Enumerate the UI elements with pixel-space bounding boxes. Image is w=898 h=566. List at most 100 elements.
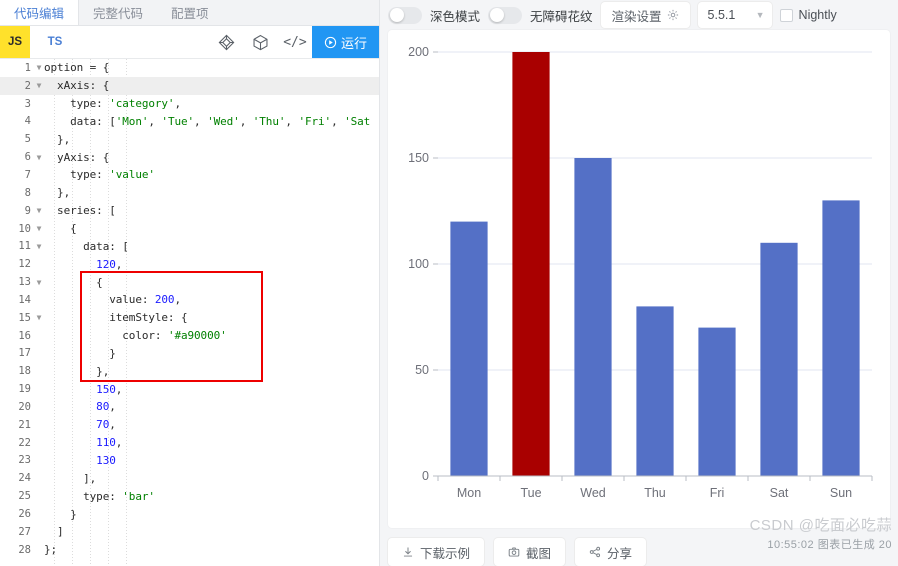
dark-mode-toggle[interactable]	[388, 6, 422, 24]
tab-code-edit[interactable]: 代码编辑	[0, 0, 80, 25]
x-tick-label: Sun	[830, 486, 852, 500]
code-text: {	[44, 222, 77, 236]
code-line[interactable]: 23 130	[0, 452, 379, 470]
code-editor-panel: 代码编辑 完整代码 配置项 JS TS </> 运行 1 ▼ option = …	[0, 0, 380, 566]
fold-caret-icon[interactable]: ▼	[34, 153, 44, 162]
render-settings-label: 渲染设置	[611, 9, 662, 24]
code-line[interactable]: 27 ]	[0, 523, 379, 541]
code-text: itemStyle: {	[44, 311, 188, 325]
code-line[interactable]: 15 ▼ itemStyle: {	[0, 309, 379, 327]
code-line[interactable]: 5 },	[0, 130, 379, 148]
code-line[interactable]: 8 },	[0, 184, 379, 202]
nightly-checkbox-wrap[interactable]: Nightly	[779, 8, 837, 22]
tab-full-code[interactable]: 完整代码	[79, 0, 157, 25]
code-line[interactable]: 1 ▼ option = {	[0, 59, 379, 77]
line-number: 24	[0, 472, 34, 485]
line-number: 21	[0, 418, 34, 431]
preview-footer: 下载示例 截图 分享	[380, 528, 898, 566]
code-text: 70,	[44, 418, 116, 432]
share-button[interactable]: 分享	[575, 538, 647, 566]
version-select[interactable]: 5.5.1 ▼	[697, 2, 772, 28]
gem-icon[interactable]	[210, 26, 244, 58]
code-line[interactable]: 10 ▼ {	[0, 220, 379, 238]
bar[interactable]	[822, 200, 860, 476]
chart-container[interactable]: 0 50 100 150 200 Mon Tue Wed Thu Fri Sat Sun	[388, 30, 890, 528]
fold-caret-icon[interactable]: ▼	[34, 313, 44, 322]
code-line[interactable]: 11 ▼ data: [	[0, 237, 379, 255]
line-number: 14	[0, 293, 34, 306]
line-number: 8	[0, 186, 34, 199]
code-line[interactable]: 12 120,	[0, 255, 379, 273]
code-line[interactable]: 24 ],	[0, 469, 379, 487]
code-text: 110,	[44, 436, 123, 450]
code-text: }	[44, 346, 116, 360]
code-text: 130	[44, 453, 116, 467]
fold-caret-icon[interactable]: ▼	[34, 278, 44, 287]
code-line[interactable]: 22 110,	[0, 434, 379, 452]
code-editor-surface[interactable]: 1 ▼ option = {2 ▼ xAxis: {3 type: 'category…	[0, 59, 379, 566]
download-example-button[interactable]: 下载示例	[388, 538, 485, 566]
code-line[interactable]: 9 ▼ series: [	[0, 202, 379, 220]
bar[interactable]	[760, 242, 798, 476]
line-number: 19	[0, 383, 34, 396]
fold-caret-icon[interactable]: ▼	[34, 206, 44, 215]
code-text: data: [	[44, 239, 129, 253]
code-line[interactable]: 3 type: 'category',	[0, 95, 379, 113]
code-line[interactable]: 13 ▼ {	[0, 273, 379, 291]
bar[interactable]	[574, 158, 612, 476]
code-line[interactable]: 7 type: 'value'	[0, 166, 379, 184]
code-brackets-icon[interactable]: </>	[278, 26, 312, 58]
run-button[interactable]: 运行	[311, 26, 379, 58]
line-number: 13	[0, 276, 34, 289]
bar-chart: 0 50 100 150 200 Mon Tue Wed Thu Fri Sat Sun	[408, 45, 873, 500]
code-line[interactable]: 6 ▼ yAxis: {	[0, 148, 379, 166]
line-number: 27	[0, 525, 34, 538]
code-line[interactable]: 21 70,	[0, 416, 379, 434]
lang-toggle-js[interactable]: JS	[0, 26, 30, 58]
line-number: 18	[0, 365, 34, 378]
fold-caret-icon[interactable]: ▼	[34, 224, 44, 233]
camera-icon	[508, 546, 520, 558]
code-line[interactable]: 19 150,	[0, 380, 379, 398]
bar[interactable]	[698, 327, 736, 476]
code-text: ]	[44, 525, 64, 539]
code-lines: 1 ▼ option = {2 ▼ xAxis: {3 type: 'category…	[0, 59, 379, 559]
fold-caret-icon[interactable]: ▼	[34, 63, 44, 72]
code-text: 80,	[44, 400, 116, 414]
line-number: 6	[0, 151, 34, 164]
code-text: },	[44, 186, 71, 200]
cube-icon[interactable]	[244, 26, 278, 58]
bar[interactable]	[512, 52, 550, 476]
code-line[interactable]: 4 data: ['Mon', 'Tue', 'Wed', 'Thu', 'Fr…	[0, 113, 379, 131]
toggle-knob	[489, 8, 504, 22]
code-line[interactable]: 17 }	[0, 345, 379, 363]
render-settings-button[interactable]: 渲染设置	[600, 2, 690, 28]
code-line[interactable]: 28};	[0, 541, 379, 559]
code-text: type: 'bar'	[44, 489, 155, 503]
preview-header: 深色模式 无障碍花纹 渲染设置 5.5.1 ▼ Nightly	[380, 0, 898, 30]
toggle-knob	[389, 8, 404, 22]
code-line[interactable]: 20 80,	[0, 398, 379, 416]
line-number: 20	[0, 400, 34, 413]
tab-config-options[interactable]: 配置项	[157, 0, 223, 25]
fold-caret-icon[interactable]: ▼	[34, 81, 44, 90]
code-line[interactable]: 25 type: 'bar'	[0, 487, 379, 505]
code-line[interactable]: 14 value: 200,	[0, 291, 379, 309]
code-text: type: 'category',	[44, 97, 181, 111]
screenshot-button[interactable]: 截图	[494, 538, 566, 566]
app-root: 代码编辑 完整代码 配置项 JS TS </> 运行 1 ▼ option = …	[0, 0, 898, 566]
code-text: },	[44, 364, 110, 378]
dark-mode-label: 深色模式	[430, 9, 481, 24]
line-number: 28	[0, 543, 34, 556]
bar[interactable]	[636, 306, 674, 476]
code-line[interactable]: 18 },	[0, 362, 379, 380]
code-line[interactable]: 26 }	[0, 505, 379, 523]
bar[interactable]	[450, 221, 488, 476]
accessible-pattern-toggle[interactable]	[488, 6, 523, 24]
nightly-checkbox[interactable]	[779, 8, 793, 22]
lang-toggle-ts[interactable]: TS	[40, 26, 70, 58]
code-line[interactable]: 16 color: '#a90000'	[0, 327, 379, 345]
fold-caret-icon[interactable]: ▼	[34, 242, 44, 251]
code-line[interactable]: 2 ▼ xAxis: {	[0, 76, 379, 95]
